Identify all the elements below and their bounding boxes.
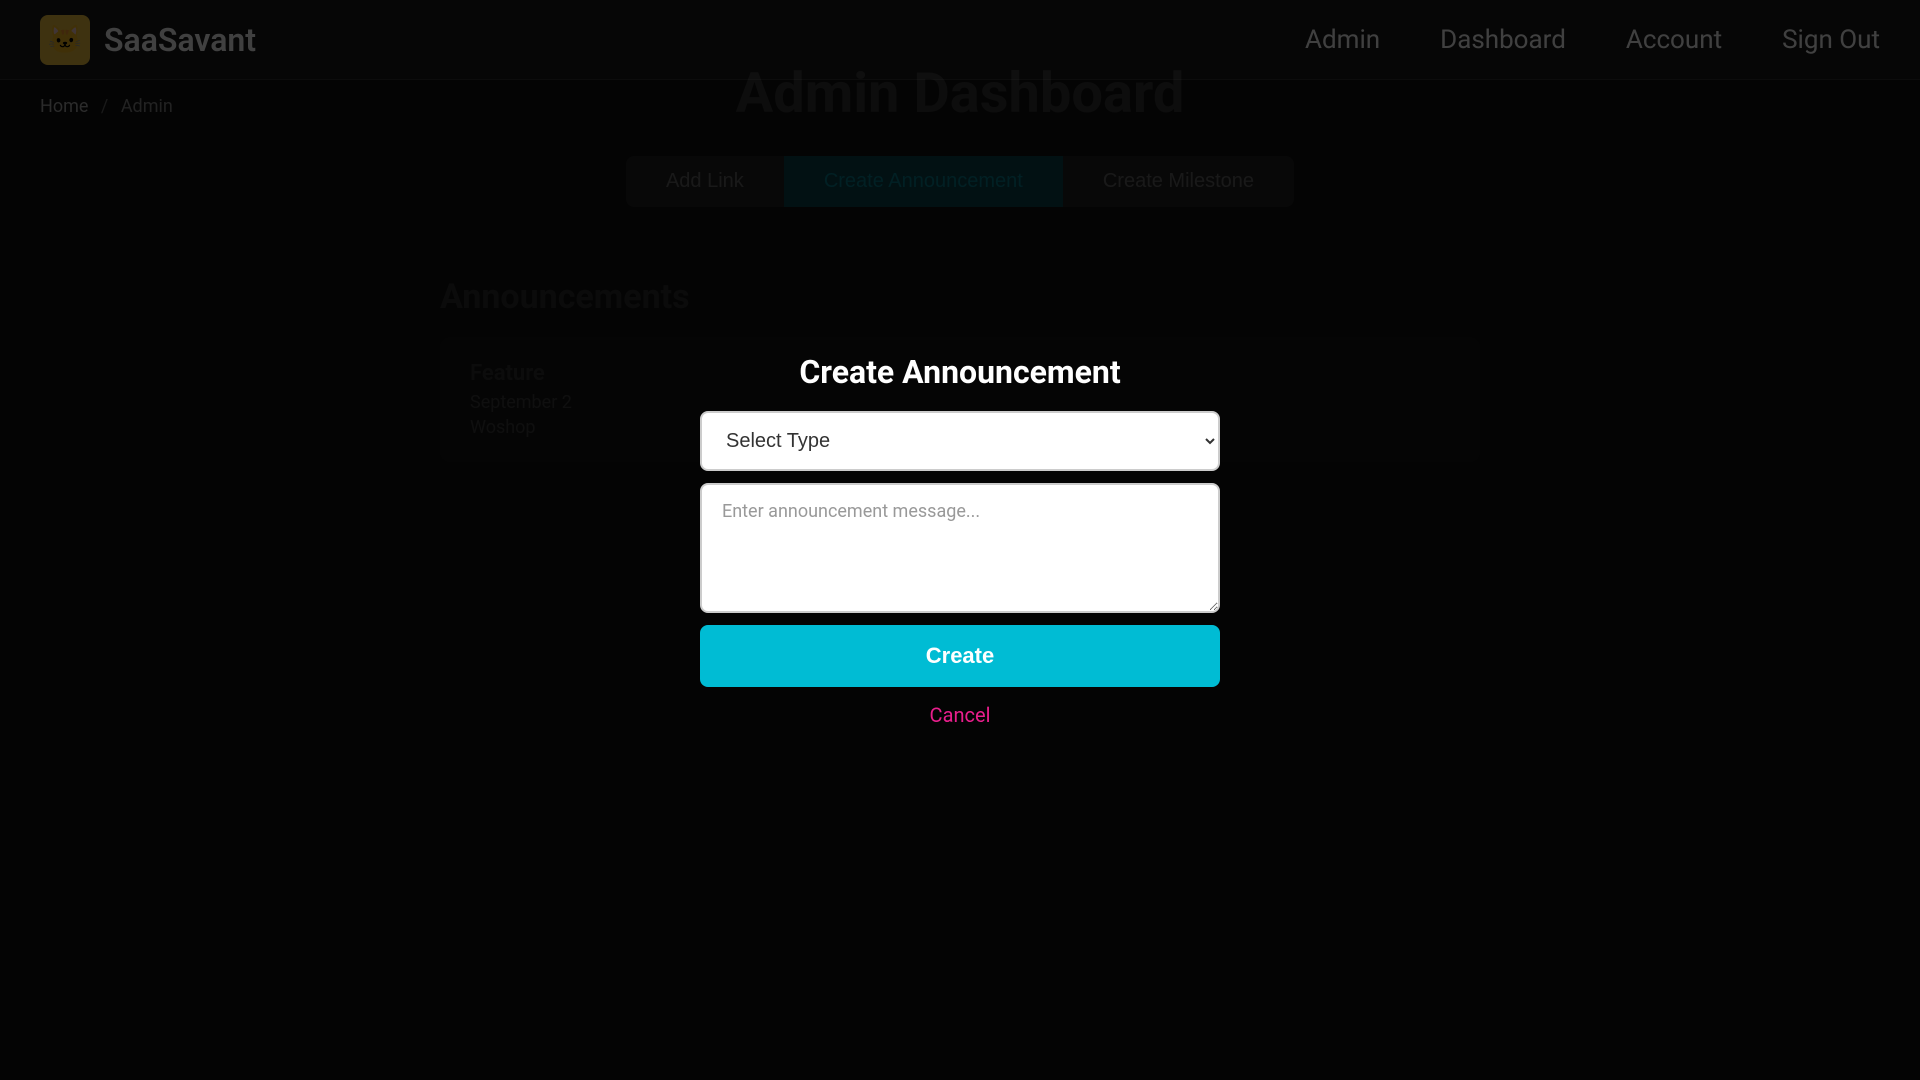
cancel-link[interactable]: Cancel [930,703,991,727]
announcement-message-input[interactable] [700,483,1220,613]
create-button[interactable]: Create [700,625,1220,687]
type-select[interactable]: Select Type Feature Update Maintenance B… [700,411,1220,471]
create-announcement-modal: Create Announcement Select Type Feature … [700,353,1220,727]
modal-title: Create Announcement [799,353,1120,391]
